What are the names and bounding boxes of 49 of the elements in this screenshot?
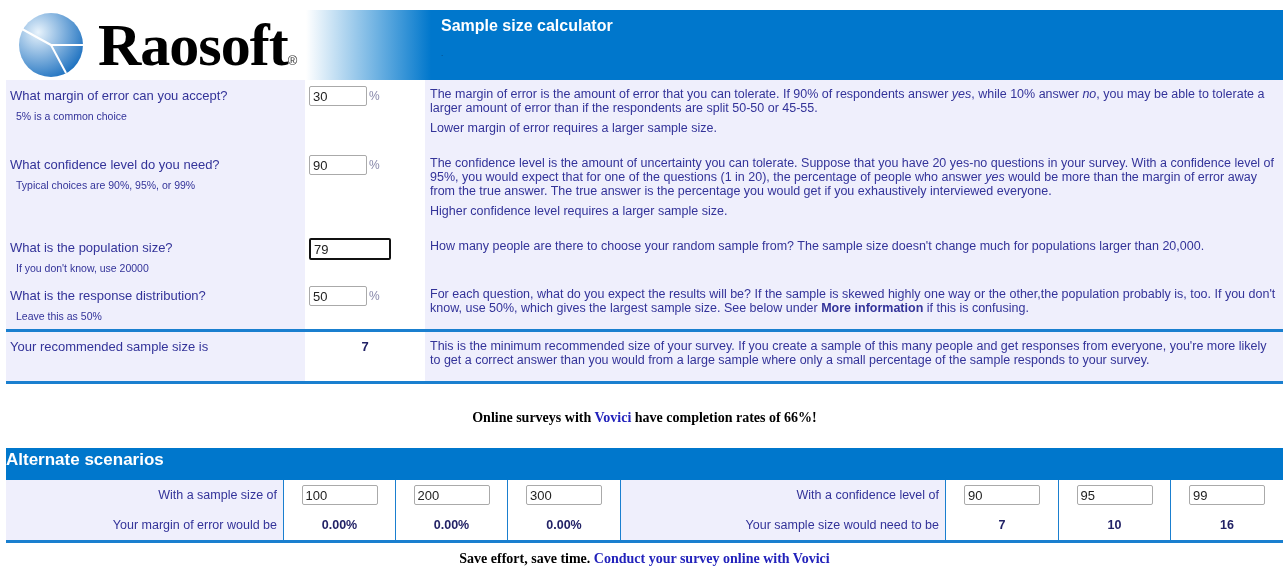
question-label: What is the response distribution? xyxy=(10,288,207,303)
input-field[interactable]: 200 xyxy=(413,485,490,505)
registered-mark: ® xyxy=(287,53,298,68)
unit-label: % xyxy=(369,158,380,172)
description-text: The margin of error is the amount of error that you can tolerate. If 90% of respondents answer yes, while 10% answer no, you may be able to tolerate a larger amount of error than if the respondents are split 50-50 or 45-55. xyxy=(430,87,1266,115)
vovici-link[interactable]: Vovici xyxy=(594,410,632,425)
input-field[interactable]: 90 xyxy=(309,155,367,175)
row-label: Your sample size would need to be xyxy=(620,510,945,540)
description-text: How many people are there to choose your random sample from? The sample size doesn't change much for populations larger than 20,000. xyxy=(430,239,1206,253)
promo-text: Online surveys with Vovici have completion rates of 66%! xyxy=(471,410,818,426)
section-header: Alternate scenarios xyxy=(6,448,1283,480)
dot-mark: . xyxy=(441,49,445,58)
question-label: What is the population size? xyxy=(10,240,174,255)
input-field[interactable]: 79 xyxy=(309,238,391,260)
result-value: 7 xyxy=(360,338,370,354)
promo-text: Save effort, save time. Conduct your survey online with Vovici xyxy=(458,551,831,567)
result-value: 0.00% xyxy=(546,518,582,532)
description-text: Higher confidence level requires a larger sample size. xyxy=(430,204,729,218)
unit-label: % xyxy=(369,289,380,303)
input-field[interactable]: 300 xyxy=(526,485,602,505)
hint-text: Leave this as 50% xyxy=(16,310,103,322)
result-value: 0.00% xyxy=(321,518,358,532)
result-label: Your recommended sample size is xyxy=(10,339,210,354)
description-text: For each question, what do you expect the results will be? If the sample is skewed highly one way or the other,the population probably is, too. If you don't know, use 50%, which gives the largest sample size. See below under More information if this is confusing. xyxy=(430,287,1277,315)
input-field[interactable]: 99 xyxy=(1189,485,1265,505)
page-title: Sample size calculator xyxy=(441,17,613,35)
description-text: This is the minimum recommended size of your survey. If you create a sample of this many people and get responses from everyone, you're more likely to get a correct answer than you would from a large sample where only a small percentage of the sample responds to your survey. xyxy=(430,339,1268,367)
hint-text: If you don't know, use 20000 xyxy=(16,262,150,274)
description-text: The confidence level is the amount of uncertainty you can tolerate. Suppose that you have 20 yes-no questions in your survey. With a confidence level of 95%, you would expect that for one of the questions (1 in 20), the percentage of people who answer yes would be more than the margin of error away from the true answer. The true answer is the percentage you would get if you exhaustively interviewed everyone. xyxy=(430,156,1275,198)
brand-logo-text: Raosoft xyxy=(98,15,288,75)
question-label: What confidence level do you need? xyxy=(10,157,221,172)
result-value: 0.00% xyxy=(433,518,470,532)
result-value: 7 xyxy=(998,518,1006,532)
input-field[interactable]: 95 xyxy=(1076,485,1153,505)
result-value: 16 xyxy=(1220,518,1234,532)
row-label: With a confidence level of xyxy=(620,480,945,510)
hint-text: Typical choices are 90%, 95%, or 99% xyxy=(16,179,197,191)
row-label: With a sample size of xyxy=(6,480,283,510)
input-field[interactable]: 50 xyxy=(309,286,367,306)
input-field[interactable]: 90 xyxy=(964,485,1040,505)
hint-text: 5% is a common choice xyxy=(16,110,128,122)
survey-link[interactable]: Conduct your survey online with Vovici xyxy=(593,551,830,566)
question-label: What margin of error can you accept? xyxy=(10,88,229,103)
result-value: 10 xyxy=(1107,518,1122,532)
row-label: Your margin of error would be xyxy=(6,510,283,540)
input-field[interactable]: 100 xyxy=(301,485,378,505)
input-field[interactable]: 30 xyxy=(309,86,367,106)
unit-label: % xyxy=(369,89,380,103)
description-text: Lower margin of error requires a larger sample size. xyxy=(430,121,718,135)
